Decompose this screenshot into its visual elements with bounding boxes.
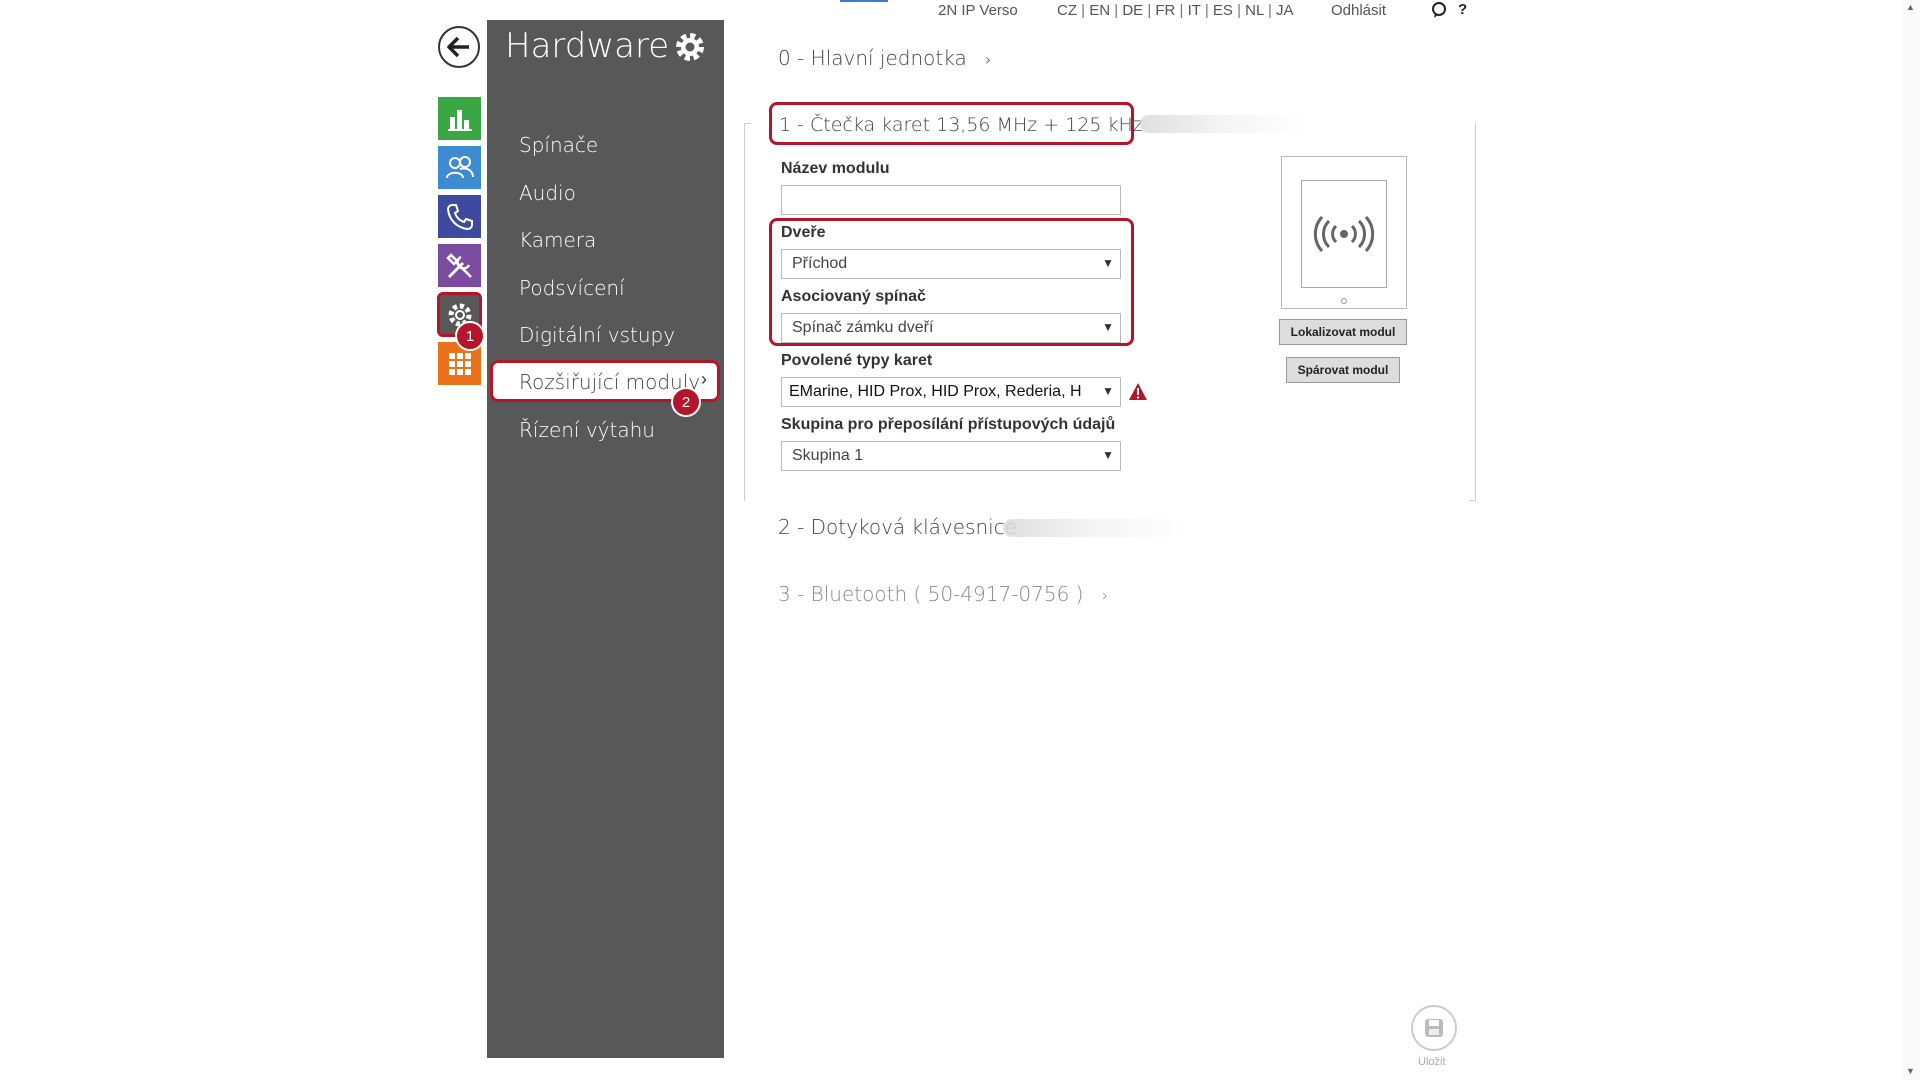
sidebar-item-digital-inputs[interactable]: Digitální vstupy: [519, 323, 675, 347]
settings-gear-icon: [671, 28, 709, 66]
blurred-serial: [1003, 519, 1188, 537]
back-button[interactable]: [438, 26, 480, 68]
module-indicator-dot: [1341, 298, 1347, 304]
lang-cz[interactable]: CZ: [1057, 2, 1077, 19]
sidebar-item-camera[interactable]: Kamera: [519, 228, 596, 252]
chevron-right-icon: ›: [985, 50, 992, 69]
step-badge-2: 2: [671, 387, 701, 417]
tools-icon: [445, 252, 472, 278]
chevron-down-icon: ▼: [1102, 256, 1114, 270]
switch-value: Spínač zámku dveří: [792, 319, 934, 336]
lang-ja[interactable]: JA: [1276, 2, 1294, 19]
lang-en[interactable]: EN: [1089, 2, 1110, 19]
rfid-icon: [1313, 215, 1375, 253]
help-icon[interactable]: ?: [1458, 1, 1467, 18]
door-select[interactable]: Příchod ▼: [781, 249, 1121, 279]
locate-module-button[interactable]: Lokalizovat modul: [1279, 319, 1407, 345]
sidebar-item-label: Rozšiřující moduly: [519, 370, 701, 394]
scroll-up-arrow[interactable]: ▲: [1906, 2, 1915, 12]
blurred-serial: [1140, 115, 1310, 133]
reader-module-image: [1301, 180, 1387, 288]
lang-nl[interactable]: NL: [1245, 2, 1264, 19]
lang-es[interactable]: ES: [1213, 2, 1233, 19]
sidebar: [487, 20, 724, 1058]
module-bluetooth[interactable]: 3 - Bluetooth ( 50-4917-0756 ) ›: [778, 582, 1108, 606]
module-reader-header[interactable]: 1 - Čtečka karet 13,56 MHz + 125 kHz: [769, 102, 1143, 145]
chevron-right-icon: ›: [1101, 586, 1109, 605]
scroll-down-arrow[interactable]: ▼: [1906, 1066, 1915, 1076]
step-badge-1: 1: [455, 321, 485, 351]
save-label: Uložit: [1418, 1056, 1446, 1068]
calls-tile[interactable]: [438, 195, 481, 238]
lang-fr[interactable]: FR: [1155, 2, 1175, 19]
back-arrow-icon: [447, 36, 469, 58]
switch-select[interactable]: Spínač zámku dveří ▼: [781, 313, 1121, 343]
page-scrollbar[interactable]: [1902, 0, 1920, 1080]
sidebar-item-elevator-control[interactable]: Řízení výtahu: [519, 418, 655, 442]
chart-icon: [447, 109, 472, 131]
services-tile[interactable]: [438, 244, 481, 287]
module-bluetooth-label: 3 - Bluetooth ( 50-4917-0756 ): [778, 582, 1084, 606]
sidebar-item-switches[interactable]: Spínače: [519, 133, 598, 157]
card-types-select[interactable]: EMarine, HID Prox, HID Prox, Rederia, H …: [781, 377, 1121, 407]
sidebar-item-backlight[interactable]: Podsvícení: [519, 276, 625, 300]
module-main-unit[interactable]: 0 - Hlavní jednotka ›: [778, 46, 992, 70]
lang-it[interactable]: IT: [1188, 2, 1201, 19]
pair-module-button[interactable]: Spárovat modul: [1286, 357, 1400, 383]
floppy-disk-icon: [1425, 1019, 1443, 1037]
card-types-value: EMarine, HID Prox, HID Prox, Rederia, H: [789, 383, 1082, 400]
sidebar-item-audio[interactable]: Audio: [519, 181, 576, 205]
save-button[interactable]: [1411, 1005, 1457, 1051]
warning-icon: [1128, 382, 1148, 406]
sidebar-title: Hardware: [505, 26, 670, 66]
module-name-label: Název modulu: [781, 160, 890, 177]
chevron-down-icon: ▼: [1102, 448, 1114, 462]
users-icon: [445, 155, 474, 178]
device-name: 2N IP Verso: [938, 2, 1018, 19]
module-reader-label: 1 - Čtečka karet 13,56 MHz + 125 kHz: [779, 114, 1143, 136]
chevron-down-icon: ▼: [1099, 384, 1114, 398]
language-switcher[interactable]: CZ | EN | DE | FR | IT | ES | NL | JA: [1057, 2, 1294, 19]
module-main-label: 0 - Hlavní jednotka: [778, 46, 967, 70]
module-keypad[interactable]: 2 - Dotyková klávesnice: [778, 515, 1017, 539]
phone-icon: [446, 203, 473, 230]
status-tile[interactable]: [438, 97, 481, 140]
switch-label: Asociovaný spínač: [781, 288, 926, 305]
door-value: Příchod: [792, 255, 848, 272]
grid-icon: [448, 352, 471, 375]
module-name-input[interactable]: [781, 185, 1121, 215]
chevron-right-icon: ›: [701, 369, 707, 389]
chat-icon[interactable]: [1430, 1, 1448, 24]
directory-tile[interactable]: [438, 146, 481, 189]
card-types-label: Povolené typy karet: [781, 352, 933, 369]
group-label: Skupina pro přeposílání přístupových úda…: [781, 416, 1116, 433]
door-label: Dveře: [781, 224, 826, 241]
logout-link[interactable]: Odhlásit: [1331, 2, 1386, 19]
module-keypad-label: 2 - Dotyková klávesnice: [778, 515, 1018, 539]
group-value: Skupina 1: [792, 447, 864, 464]
lang-de[interactable]: DE: [1122, 2, 1143, 19]
topbar-accent-line: [840, 0, 888, 2]
group-select[interactable]: Skupina 1 ▼: [781, 441, 1121, 471]
chevron-down-icon: ▼: [1102, 320, 1114, 334]
